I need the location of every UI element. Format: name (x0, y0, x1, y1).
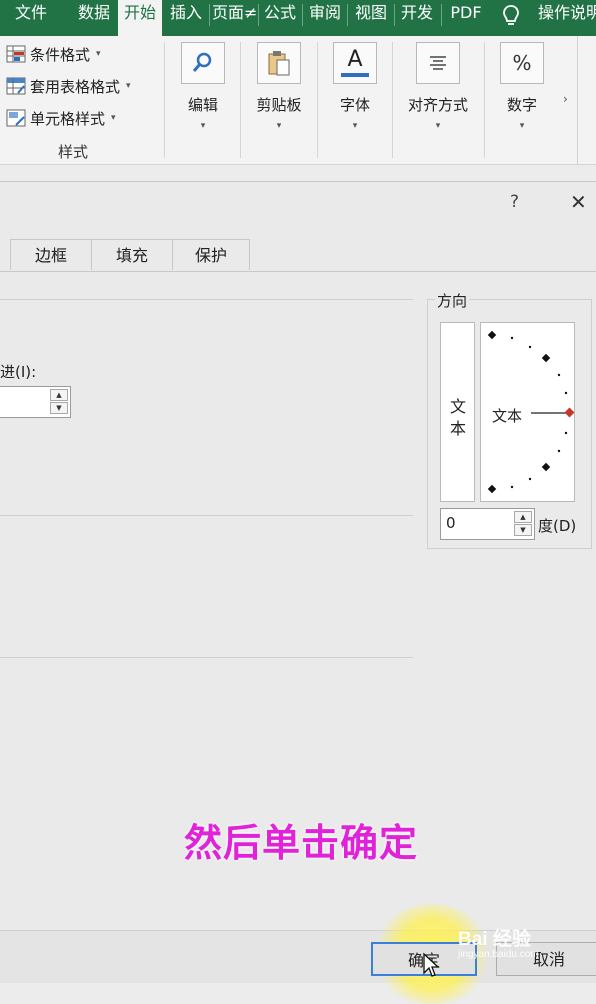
spin-up-icon[interactable]: ▲ (514, 511, 532, 523)
ribbon-scroll-right-icon[interactable]: › (563, 92, 568, 106)
styles-group-label: 样式 (58, 143, 89, 161)
chevron-down-icon: ▾ (200, 121, 206, 131)
ribbon-divider (577, 36, 578, 164)
spin-up-icon[interactable]: ▲ (50, 389, 68, 401)
vertical-text-button[interactable]: 文 本 (440, 322, 475, 502)
section-divider (0, 515, 413, 516)
font-color-icon: A (333, 42, 377, 84)
ribbon-home: 条件格式 ▾ 套用表格格式 ▾ 单元格样式 ▾ 样式 编辑 ▾ 剪贴板 ▾ A … (0, 36, 596, 165)
chevron-down-icon: ▾ (126, 81, 131, 91)
watermark-url: jingyan.baidu.com (458, 949, 539, 960)
conditional-format-label: 条件格式 (30, 45, 91, 64)
editing-button[interactable]: 编辑 ▾ (178, 42, 228, 131)
tab-separator (441, 4, 442, 26)
chevron-down-icon: ▾ (276, 121, 282, 131)
align-center-icon (416, 42, 460, 84)
vertical-text-char: 文 (450, 397, 467, 416)
alignment-button[interactable]: 对齐方式 ▾ (402, 42, 474, 131)
conditional-format-icon (6, 45, 26, 63)
group-divider (317, 42, 318, 158)
orientation-dial[interactable]: 文本 (480, 322, 575, 502)
ribbon-tab-bar: 文件 数据 开始 插入 页面≠ 公式 审阅 视图 开发 PDF 操作说明 (0, 0, 596, 36)
cell-styles-icon (6, 109, 26, 127)
spinner-buttons: ▲ ▼ (50, 389, 68, 415)
degrees-spinner[interactable]: 0 ▲ ▼ (440, 508, 535, 540)
tab-protection[interactable]: 保护 (172, 239, 250, 270)
number-label: 数字 (506, 96, 537, 114)
chevron-down-icon: ▾ (352, 121, 358, 131)
tutorial-caption: 然后单击确定 (184, 821, 419, 865)
percent-icon: % (500, 42, 544, 84)
chevron-down-icon: ▾ (96, 49, 101, 59)
dialog-tabs: 边框 填充 保护 (0, 239, 596, 272)
font-label: 字体 (339, 96, 370, 114)
tab-separator (347, 4, 348, 26)
section-divider (0, 299, 413, 300)
group-divider (164, 42, 165, 158)
tab-separator (209, 4, 210, 26)
vertical-text-char: 本 (450, 419, 467, 438)
tab-review[interactable]: 审阅 (305, 0, 345, 30)
tab-tell-me[interactable]: 操作说明 (538, 0, 596, 30)
tab-data[interactable]: 数据 (70, 0, 118, 30)
tab-insert[interactable]: 插入 (166, 0, 206, 30)
lightbulb-icon (503, 5, 519, 25)
clipboard-label: 剪贴板 (256, 96, 302, 114)
indent-spinner[interactable]: ▲ ▼ (0, 386, 71, 418)
spin-down-icon[interactable]: ▼ (514, 524, 532, 536)
table-format-icon (6, 77, 26, 95)
search-icon (181, 42, 225, 84)
format-as-table-label: 套用表格格式 (30, 77, 121, 96)
chevron-down-icon: ▾ (111, 113, 116, 123)
baidu-watermark: Bai 经验 jingyan.baidu.com (458, 924, 539, 960)
cell-styles-label: 单元格样式 (30, 109, 106, 128)
tab-separator (258, 4, 259, 26)
format-as-table-button[interactable]: 套用表格格式 ▾ (6, 73, 131, 99)
spinner-buttons: ▲ ▼ (514, 511, 532, 537)
chevron-down-icon: ▾ (519, 121, 525, 131)
number-button[interactable]: % 数字 ▾ (498, 42, 546, 131)
tab-view[interactable]: 视图 (350, 0, 392, 30)
dialog-titlebar: ? ✕ (0, 182, 596, 226)
dial-marks (487, 330, 575, 494)
tab-separator (302, 4, 303, 26)
degrees-label: 度(D) (538, 517, 577, 535)
format-cells-dialog: ? ✕ 边框 填充 保护 进(I): ▲ ▼ 方向 文 本 文本 0 ▲ ▼ 度… (0, 181, 596, 1004)
section-divider (0, 657, 413, 658)
percent-glyph: % (512, 51, 532, 75)
dial-handle[interactable] (564, 407, 575, 418)
tab-pdf[interactable]: PDF (444, 0, 488, 30)
indent-label: 进(I): (0, 363, 37, 381)
chevron-down-icon: ▾ (435, 121, 441, 131)
group-divider (240, 42, 241, 158)
help-button[interactable]: ? (510, 192, 519, 212)
clipboard-icon (257, 42, 301, 84)
watermark-brand: Bai 经验 (458, 929, 531, 950)
tab-file[interactable]: 文件 (6, 0, 56, 30)
tab-separator (394, 4, 395, 26)
group-divider (392, 42, 393, 158)
orientation-title: 方向 (435, 290, 470, 311)
alignment-label: 对齐方式 (407, 96, 468, 114)
tab-page-layout[interactable]: 页面≠ (212, 0, 257, 30)
close-button[interactable]: ✕ (570, 190, 587, 214)
tab-border[interactable]: 边框 (10, 239, 92, 270)
cell-styles-button[interactable]: 单元格样式 ▾ (6, 105, 116, 131)
mouse-cursor-icon (423, 952, 440, 977)
spin-down-icon[interactable]: ▼ (50, 402, 68, 414)
tab-home[interactable]: 开始 (118, 0, 162, 36)
tab-formulas[interactable]: 公式 (260, 0, 300, 30)
degrees-value: 0 (446, 514, 456, 532)
editing-label: 编辑 (187, 96, 218, 114)
font-glyph: A (347, 47, 363, 72)
group-divider (484, 42, 485, 158)
tab-developer[interactable]: 开发 (396, 0, 438, 30)
font-button[interactable]: A 字体 ▾ (330, 42, 380, 131)
clipboard-button[interactable]: 剪贴板 ▾ (252, 42, 306, 131)
conditional-format-button[interactable]: 条件格式 ▾ (6, 41, 101, 67)
tab-fill[interactable]: 填充 (91, 239, 173, 270)
